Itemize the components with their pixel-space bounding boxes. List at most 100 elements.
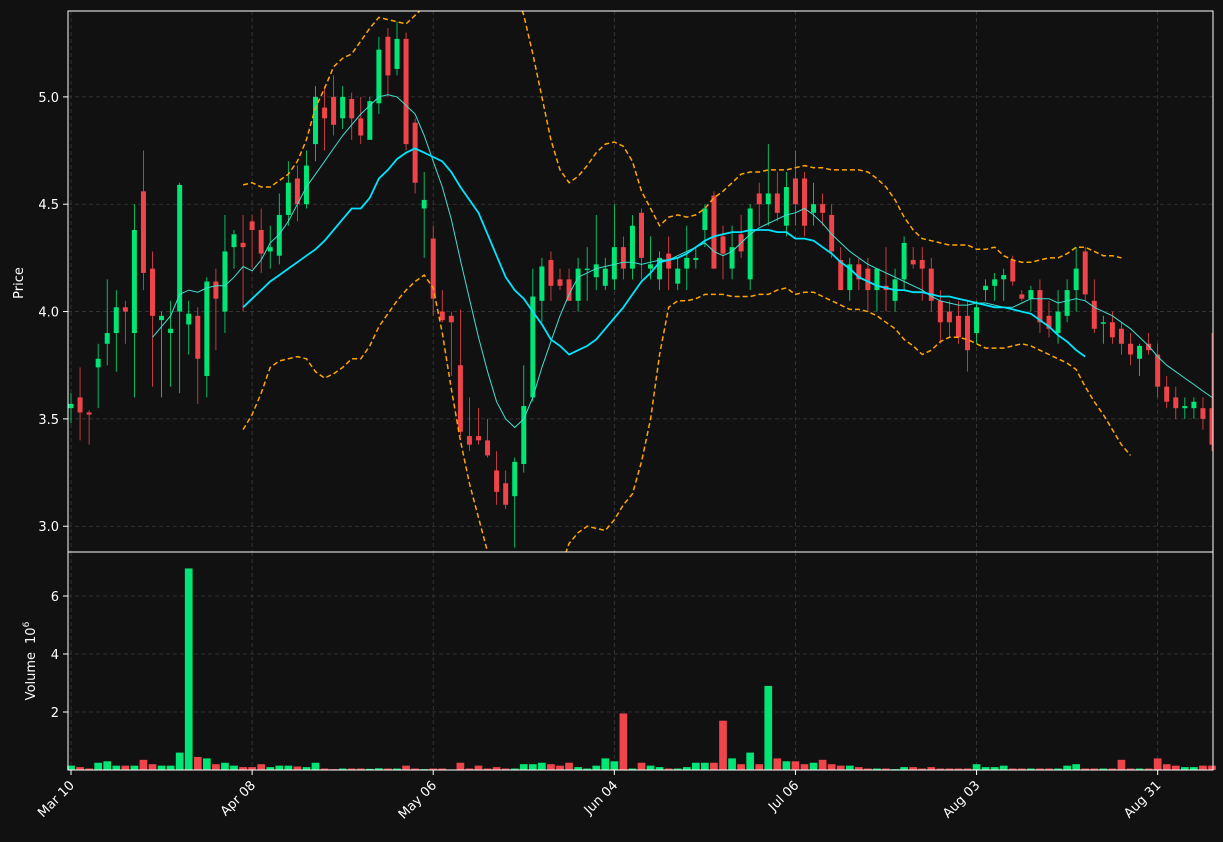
volume-bar xyxy=(230,765,238,770)
volume-bar xyxy=(175,752,184,770)
price-ytick-label: 3.5 xyxy=(38,413,59,428)
candle-body-up xyxy=(222,251,228,312)
candle-body-down xyxy=(557,279,563,286)
volume-bar xyxy=(528,764,537,770)
candle-body-down xyxy=(548,260,554,286)
volume-bar xyxy=(193,756,202,770)
volume-bar xyxy=(782,761,791,770)
candle-body-up xyxy=(186,313,192,325)
candle-body-up xyxy=(901,242,907,280)
volume-bar xyxy=(275,765,284,770)
volume-bar xyxy=(257,764,266,770)
candle-body-down xyxy=(195,315,201,359)
volume-ytick-label: 4 xyxy=(51,648,59,663)
volume-bar xyxy=(1199,765,1207,770)
candle-body-down xyxy=(358,118,364,136)
volume-bar xyxy=(1117,759,1126,770)
candle-body-up xyxy=(584,268,590,271)
candle-body-up xyxy=(648,264,654,269)
volume-bar xyxy=(1208,765,1216,770)
candle-body-up xyxy=(611,247,617,280)
candle-body-down xyxy=(1010,260,1016,282)
candle-body-up xyxy=(1055,311,1061,334)
volume-axis-exponent-power: 6 xyxy=(22,621,32,627)
volume-bar xyxy=(1153,758,1162,770)
candle-body-down xyxy=(865,268,871,291)
candle-body-up xyxy=(675,268,681,284)
volume-bar xyxy=(646,765,655,770)
candle-body-up xyxy=(992,279,998,286)
volume-bar xyxy=(112,765,121,770)
candle-body-up xyxy=(159,315,165,321)
price-ytick-label: 4.0 xyxy=(38,306,59,321)
price-ytick-label: 4.5 xyxy=(38,198,59,213)
candle-body-down xyxy=(955,315,961,338)
candle-body-down xyxy=(1109,322,1115,338)
candle-body-down xyxy=(439,311,445,321)
candle-body-up xyxy=(1191,401,1197,409)
volume-bar xyxy=(601,758,610,770)
volume-bar xyxy=(972,764,981,770)
volume-bar xyxy=(139,759,148,770)
candle-body-down xyxy=(240,242,246,248)
volume-bar xyxy=(809,762,818,770)
candle-body-down xyxy=(774,193,780,213)
volume-bar xyxy=(94,762,103,770)
volume-bar xyxy=(691,762,700,770)
candle-body-up xyxy=(1028,290,1034,299)
candle-body-down xyxy=(965,315,970,351)
candle-body-up xyxy=(285,182,291,215)
volume-bar xyxy=(456,762,465,770)
candle-body-up xyxy=(313,96,318,145)
candle-body-down xyxy=(720,236,726,254)
candlestick-chart: 3.03.54.04.55.0246Mar 10 Apr 08 May 06 Jun … xyxy=(0,0,1223,842)
volume-bar xyxy=(157,765,166,770)
volume-ytick-label: 2 xyxy=(51,706,59,721)
candle-body-up xyxy=(131,229,137,334)
volume-bar xyxy=(474,765,483,770)
candle-body-up xyxy=(693,257,699,261)
volume-bar xyxy=(845,765,854,770)
candle-body-down xyxy=(476,436,481,441)
volume-bar xyxy=(1063,765,1071,770)
volume-bar xyxy=(293,766,302,770)
volume-bar xyxy=(818,759,827,770)
volume-bar xyxy=(130,765,139,770)
volume-bar xyxy=(519,764,528,770)
volume-bar xyxy=(999,765,1008,770)
volume-bar xyxy=(619,713,628,770)
candle-body-down xyxy=(77,397,83,413)
candle-body-down xyxy=(412,122,418,183)
volume-bar xyxy=(737,764,745,770)
candle-body-down xyxy=(820,204,826,213)
volume-bar xyxy=(1171,765,1180,770)
candle-body-up xyxy=(1100,322,1106,324)
volume-bar xyxy=(284,765,293,770)
candle-body-up xyxy=(575,268,581,301)
candle-body-up xyxy=(95,358,101,368)
candle-body-up xyxy=(1064,290,1070,316)
candle-body-down xyxy=(249,221,255,230)
volume-bar xyxy=(184,568,193,770)
volume-bar xyxy=(402,765,410,770)
candle-body-down xyxy=(150,268,155,316)
candle-body-up xyxy=(376,49,382,104)
volume-bar xyxy=(1162,764,1171,770)
volume-bar xyxy=(701,762,709,770)
candle-body-down xyxy=(385,36,391,76)
candle-body-down xyxy=(503,483,509,505)
candle-body-down xyxy=(756,193,762,205)
candle-body-up xyxy=(684,257,690,269)
candle-body-up xyxy=(177,184,183,312)
volume-bar xyxy=(547,764,555,770)
volume-bar xyxy=(710,762,718,770)
candle-body-down xyxy=(919,260,925,269)
candle-body-down xyxy=(122,307,128,312)
candle-body-down xyxy=(829,214,835,252)
volume-bar xyxy=(728,758,736,770)
candle-body-down xyxy=(1091,300,1097,329)
volume-bar xyxy=(746,752,755,770)
candle-body-up xyxy=(68,403,74,409)
volume-bar xyxy=(773,758,782,770)
candle-body-up xyxy=(983,285,989,291)
